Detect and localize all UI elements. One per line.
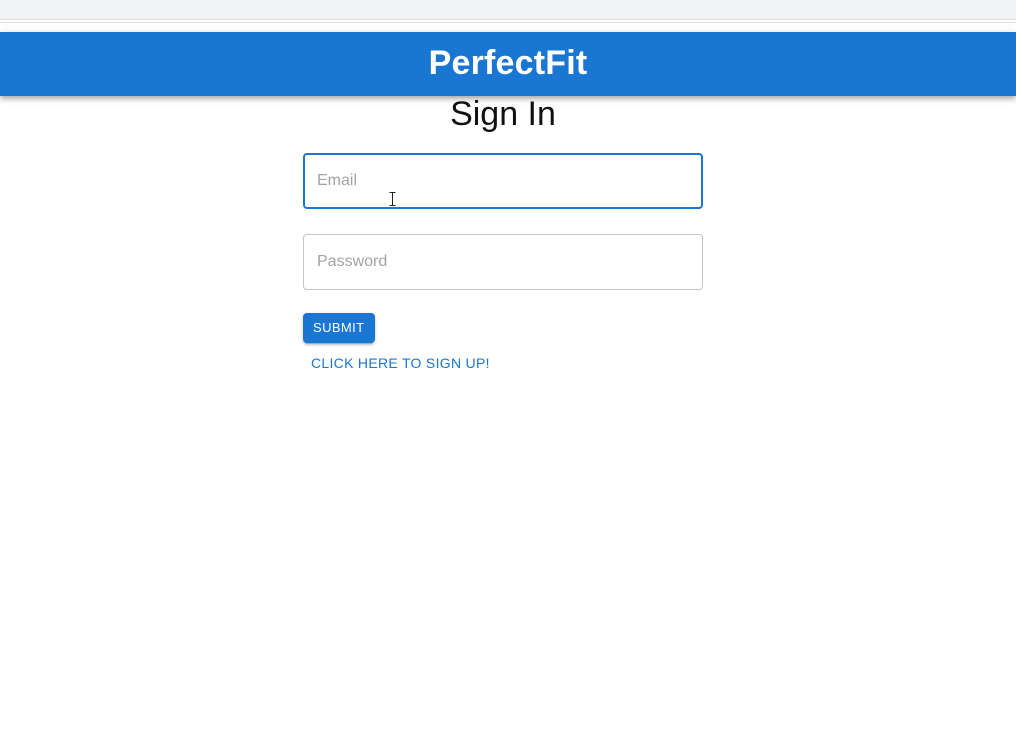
sign-up-link[interactable]: CLICK HERE TO SIGN UP! [311,355,703,371]
submit-button[interactable]: SUBMIT [303,313,375,343]
browser-chrome-divider [0,22,1016,23]
sign-in-form: SUBMIT CLICK HERE TO SIGN UP! [303,153,703,371]
app-header: PerfectFit [0,32,1016,96]
email-field-container [303,153,703,209]
browser-chrome-strip [0,0,1016,20]
password-field[interactable] [304,235,702,289]
page-title: Sign In [450,95,556,133]
password-field-container [303,234,703,290]
app-title: PerfectFit [428,43,588,82]
email-field[interactable] [305,155,701,207]
